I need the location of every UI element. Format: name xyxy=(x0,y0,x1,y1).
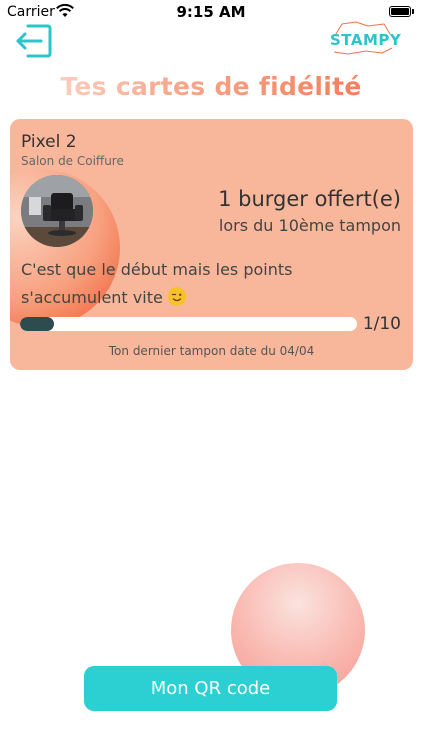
shop-name: Pixel 2 xyxy=(21,132,77,152)
page-title: Tes cartes de fidélité xyxy=(0,72,422,101)
barber-chair-image xyxy=(21,175,93,247)
battery-icon xyxy=(389,6,411,17)
logo: STAMPY xyxy=(330,31,402,49)
shop-category: Salon de Coiffure xyxy=(21,154,124,168)
logout-icon[interactable] xyxy=(14,22,54,60)
stamp-count: 1/10 xyxy=(362,314,401,334)
stamp-progress-bar xyxy=(20,317,357,331)
loyalty-card[interactable]: Pixel 2 Salon de Coiffure 1 burger offer… xyxy=(10,119,413,370)
last-stamp-date: Ton dernier tampon date du 04/04 xyxy=(108,344,315,358)
stamp-progress-fill xyxy=(20,317,54,331)
battery-tip xyxy=(412,9,414,14)
wink-emoji-icon xyxy=(167,287,186,306)
reward-subtitle: lors du 10ème tampon xyxy=(218,216,401,235)
card-message-text: C'est que le début mais les points s'acc… xyxy=(21,260,293,307)
card-message: C'est que le début mais les points s'acc… xyxy=(21,256,351,312)
qr-code-button[interactable]: Mon QR code xyxy=(84,666,337,711)
shop-avatar xyxy=(21,175,93,247)
reward-title: 1 burger offert(e) xyxy=(218,187,401,211)
